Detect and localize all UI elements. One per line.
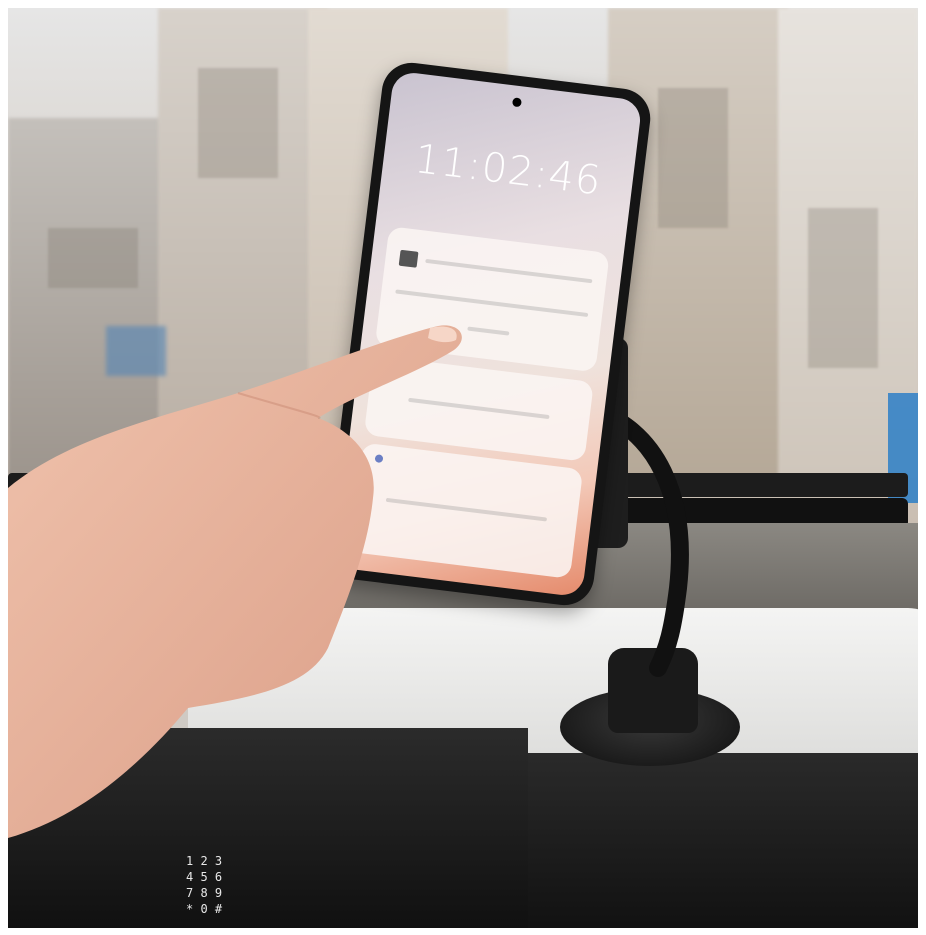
front-camera	[511, 97, 522, 108]
building-window	[48, 228, 138, 288]
building-window	[808, 208, 878, 368]
pointing-hand	[8, 325, 462, 838]
notification-thumbnail	[398, 249, 419, 268]
building-window	[658, 88, 728, 228]
notification-text	[425, 258, 593, 284]
lock-screen-clock: 11:02:46	[412, 135, 605, 205]
product-photo: 1 2 3 4 5 6 7 8 9 * 0 # 11:02:46	[8, 8, 918, 928]
building-window	[198, 68, 278, 178]
console-keypad: 1 2 3 4 5 6 7 8 9 * 0 #	[186, 854, 223, 916]
